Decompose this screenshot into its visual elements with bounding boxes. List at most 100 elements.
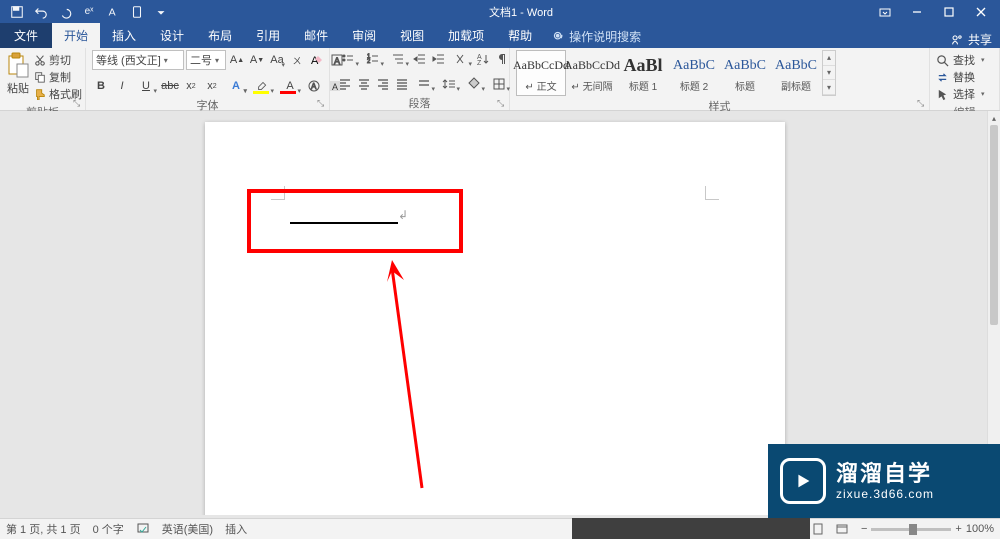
zoom-control[interactable]: − + 100% (861, 523, 994, 535)
equation-icon[interactable]: eˣ (78, 2, 100, 22)
tell-me-search[interactable]: 操作说明搜索 (544, 25, 649, 48)
change-case-icon[interactable]: Aa▾ (268, 51, 286, 69)
quick-access-toolbar: eˣ A (0, 2, 172, 22)
select-button[interactable]: 选择▾ (936, 86, 985, 102)
zoom-in-icon[interactable]: + (955, 523, 961, 535)
paragraph-launcher-icon[interactable]: ⤡ (497, 98, 507, 108)
tab-design[interactable]: 设计 (148, 23, 196, 48)
bold-icon[interactable]: B (92, 77, 110, 95)
qat-customize-icon[interactable] (150, 2, 172, 22)
sort-icon[interactable]: AZ (474, 50, 492, 68)
ribbon: 粘贴 剪切 复制 格式刷 剪贴板 ⤡ 等线 (西文正]▾ 二号▾ A▲ A▼ A… (0, 48, 1000, 111)
share-label: 共享 (968, 31, 992, 48)
web-layout-icon[interactable] (831, 520, 853, 538)
page[interactable] (205, 122, 785, 515)
paste-button[interactable]: 粘贴 (6, 50, 30, 96)
font-family-combo[interactable]: 等线 (西文正]▾ (92, 50, 184, 70)
tab-view[interactable]: 视图 (388, 23, 436, 48)
line-spacing-icon[interactable]: ▾ (437, 75, 461, 93)
redo-icon[interactable] (54, 2, 76, 22)
save-icon[interactable] (6, 2, 28, 22)
multilevel-list-icon[interactable]: ▾ (386, 50, 410, 68)
margin-mark-tl (271, 186, 285, 200)
replace-button[interactable]: 替换 (936, 69, 985, 85)
paragraph-group-label: 段落 (336, 93, 503, 112)
text-effects-icon[interactable]: A▾ (224, 77, 248, 95)
touch-mode-icon[interactable] (126, 2, 148, 22)
style-heading1[interactable]: AaBl标题 1 (618, 50, 668, 96)
zoom-slider[interactable] (871, 528, 951, 531)
borders-icon[interactable]: ▾ (487, 75, 511, 93)
increase-indent-icon[interactable] (430, 50, 448, 68)
tab-home[interactable]: 开始 (52, 23, 100, 48)
italic-icon[interactable]: I (113, 77, 131, 95)
share-button[interactable]: 共享 (951, 31, 992, 48)
grow-font-icon[interactable]: A▲ (228, 51, 246, 69)
bullets-icon[interactable]: ▾ (336, 50, 360, 68)
font-dialog-icon[interactable]: A (102, 2, 124, 22)
clipboard-launcher-icon[interactable]: ⤡ (73, 98, 83, 108)
tab-file[interactable]: 文件 (0, 23, 52, 48)
distribute-icon[interactable]: ▾ (412, 75, 436, 93)
find-button[interactable]: 查找▾ (936, 52, 985, 68)
justify-icon[interactable] (393, 75, 411, 93)
watermark-logo: 溜溜自学 zixue.3d66.com (768, 444, 1000, 518)
superscript-icon[interactable]: x2 (203, 77, 221, 95)
cut-label: 剪切 (49, 52, 71, 68)
decrease-indent-icon[interactable] (411, 50, 429, 68)
ribbon-tabs: 文件 开始 插入 设计 布局 引用 邮件 审阅 视图 加载项 帮助 操作说明搜索… (0, 23, 1000, 48)
font-color-icon[interactable]: A▾ (278, 77, 302, 95)
word-count[interactable]: 0 个字 (93, 521, 124, 537)
enclose-characters-icon[interactable]: A (305, 77, 323, 95)
font-launcher-icon[interactable]: ⤡ (317, 98, 327, 108)
scroll-up-icon[interactable]: ▴ (988, 111, 1000, 125)
align-right-icon[interactable] (374, 75, 392, 93)
page-indicator[interactable]: 第 1 页, 共 1 页 (6, 521, 81, 537)
phonetic-guide-icon[interactable]: ㄨ (288, 51, 306, 69)
numbering-icon[interactable]: 12▾ (361, 50, 385, 68)
status-dark-strip (572, 518, 810, 539)
style-no-spacing[interactable]: AaBbCcDd↵ 无间隔 (567, 50, 617, 96)
cut-button[interactable]: 剪切 (34, 52, 82, 68)
asian-layout-icon[interactable]: ▾ (449, 50, 473, 68)
spellcheck-icon[interactable] (136, 521, 150, 538)
style-scroll[interactable]: ▴▾▾ (822, 50, 836, 96)
tab-references[interactable]: 引用 (244, 23, 292, 48)
zoom-out-icon[interactable]: − (861, 523, 867, 535)
tab-help[interactable]: 帮助 (496, 23, 544, 48)
align-center-icon[interactable] (355, 75, 373, 93)
tab-review[interactable]: 审阅 (340, 23, 388, 48)
style-title[interactable]: AaBbC标题 (720, 50, 770, 96)
zoom-percent[interactable]: 100% (966, 523, 994, 535)
style-normal[interactable]: AaBbCcDd↵ 正文 (516, 50, 566, 96)
insert-mode[interactable]: 插入 (225, 521, 247, 537)
clear-formatting-icon[interactable]: A (308, 51, 326, 69)
minimize-icon[interactable] (902, 2, 932, 22)
print-layout-icon[interactable] (807, 520, 829, 538)
align-left-icon[interactable] (336, 75, 354, 93)
close-icon[interactable] (966, 2, 996, 22)
tab-insert[interactable]: 插入 (100, 23, 148, 48)
tell-me-label: 操作说明搜索 (569, 28, 641, 45)
tab-layout[interactable]: 布局 (196, 23, 244, 48)
show-marks-icon[interactable] (493, 50, 511, 68)
underline-icon[interactable]: U▾ (134, 77, 158, 95)
scroll-thumb[interactable] (990, 125, 998, 325)
group-styles: AaBbCcDd↵ 正文 AaBbCcDd↵ 无间隔 AaBl标题 1 AaBb… (510, 48, 930, 110)
maximize-icon[interactable] (934, 2, 964, 22)
font-size-combo[interactable]: 二号▾ (186, 50, 226, 70)
highlight-color-icon[interactable]: ▾ (251, 77, 275, 95)
tab-addins[interactable]: 加载项 (436, 23, 496, 48)
style-heading2[interactable]: AaBbC标题 2 (669, 50, 719, 96)
style-subtitle[interactable]: AaBbC副标题 (771, 50, 821, 96)
styles-launcher-icon[interactable]: ⤡ (917, 98, 927, 108)
tab-mailings[interactable]: 邮件 (292, 23, 340, 48)
subscript-icon[interactable]: x2 (182, 77, 200, 95)
ribbon-display-icon[interactable] (870, 2, 900, 22)
shading-icon[interactable]: ▾ (462, 75, 486, 93)
copy-button[interactable]: 复制 (34, 69, 82, 85)
undo-icon[interactable] (30, 2, 52, 22)
strikethrough-icon[interactable]: abc (161, 77, 179, 95)
shrink-font-icon[interactable]: A▼ (248, 51, 266, 69)
language-indicator[interactable]: 英语(美国) (162, 521, 213, 537)
